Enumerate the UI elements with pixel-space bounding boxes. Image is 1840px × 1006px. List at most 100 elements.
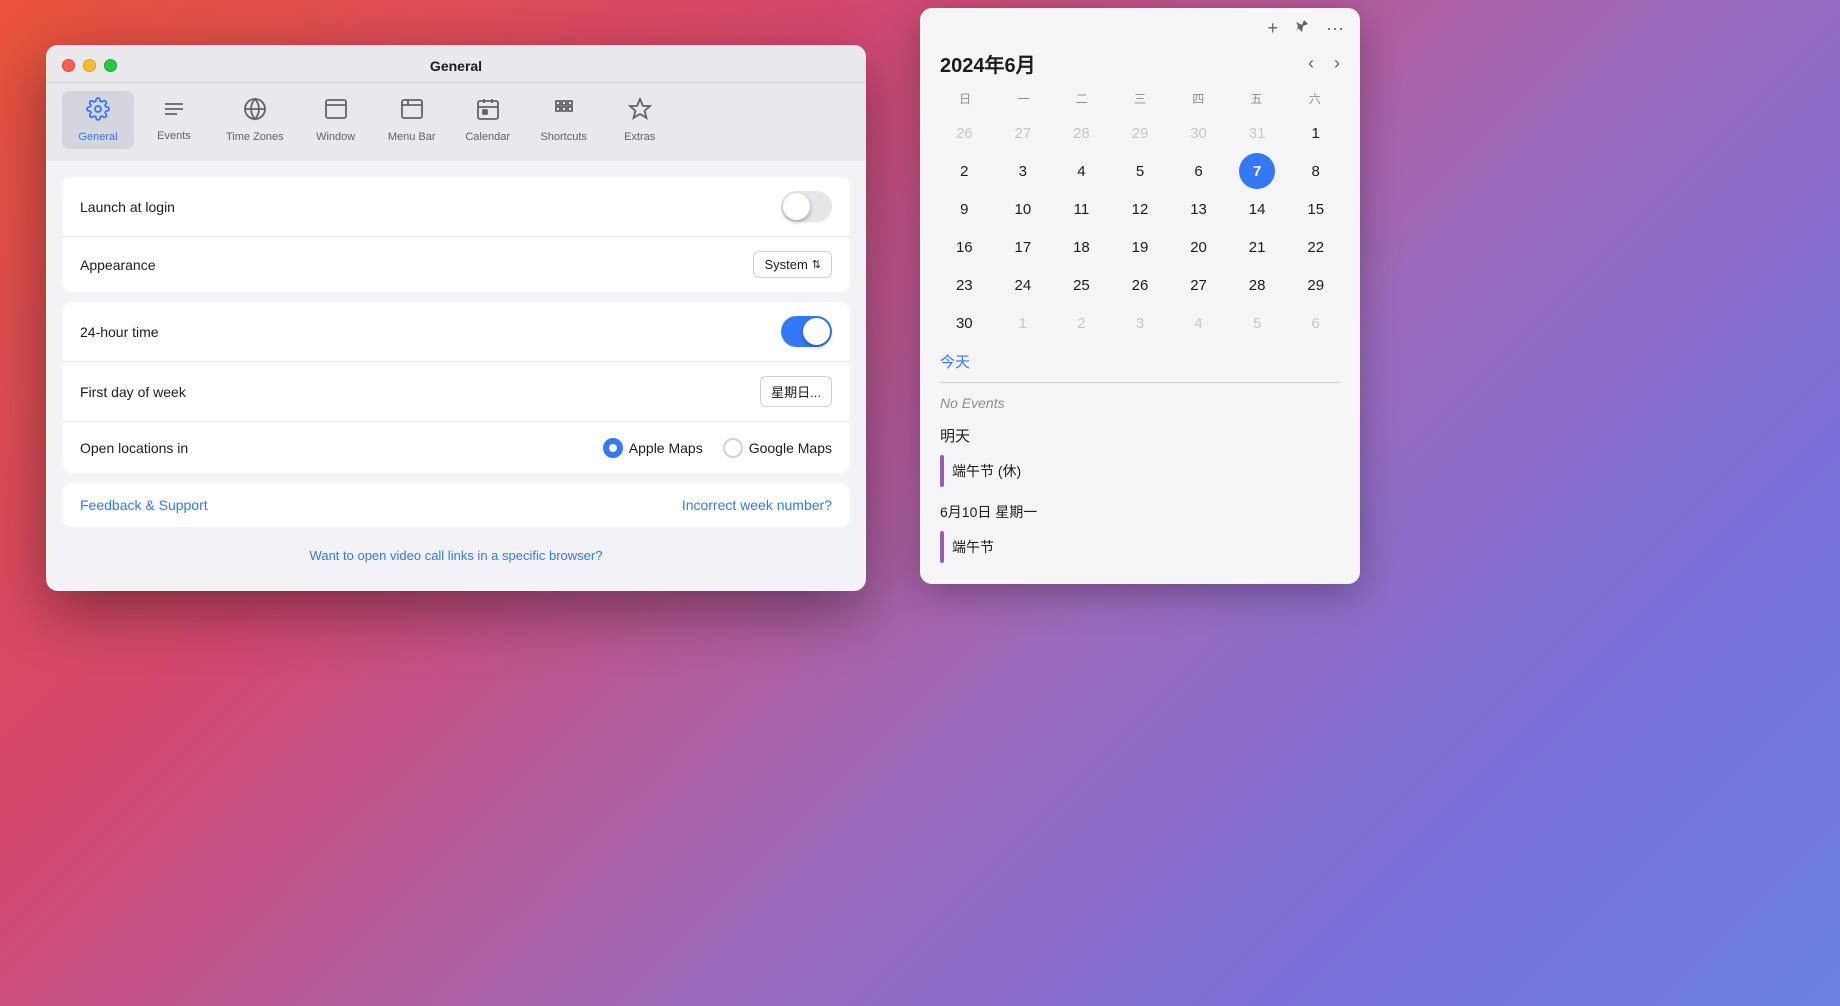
- cal-day-41[interactable]: 6: [1298, 305, 1334, 341]
- no-events-text: No Events: [920, 389, 1360, 417]
- cal-day-21[interactable]: 16: [946, 229, 982, 265]
- tab-extras-label: Extras: [624, 131, 655, 143]
- first-day-label: First day of week: [80, 384, 186, 400]
- apple-maps-radio[interactable]: [603, 438, 623, 458]
- appearance-arrow: ⇅: [812, 258, 821, 271]
- tab-timezones[interactable]: Time Zones: [214, 91, 296, 149]
- cal-day-36[interactable]: 1: [1005, 305, 1041, 341]
- cal-day-34[interactable]: 29: [1298, 267, 1334, 303]
- google-maps-radio[interactable]: [723, 438, 743, 458]
- tab-menubar-label: Menu Bar: [388, 131, 436, 143]
- weekdays-row: 日 一 二 三 四 五 六: [936, 86, 1344, 111]
- window-icon: [324, 97, 348, 127]
- tab-events[interactable]: Events: [138, 92, 210, 148]
- row-open-locations: Open locations in Apple Maps Google Maps: [62, 421, 850, 473]
- month-title: 2024年6月: [940, 49, 1036, 78]
- cal-day-0[interactable]: 26: [946, 115, 982, 151]
- cal-day-27[interactable]: 22: [1298, 229, 1334, 265]
- pin-icon[interactable]: [1294, 18, 1310, 39]
- settings-content: Launch at login Appearance System ⇅ 24-h…: [46, 161, 866, 591]
- tab-general[interactable]: General: [62, 91, 134, 149]
- weekday-sat: 六: [1286, 86, 1344, 111]
- feedback-link[interactable]: Feedback & Support: [80, 497, 208, 513]
- weekday-fri: 五: [1227, 86, 1285, 111]
- next-month-button[interactable]: ›: [1334, 53, 1340, 74]
- group-general: Launch at login Appearance System ⇅: [62, 177, 850, 292]
- cal-day-39[interactable]: 4: [1181, 305, 1217, 341]
- cal-day-15[interactable]: 10: [1005, 191, 1041, 227]
- cal-day-20[interactable]: 15: [1298, 191, 1334, 227]
- incorrect-week-link[interactable]: Incorrect week number?: [682, 497, 832, 513]
- tomorrow-label: 明天: [920, 417, 1360, 450]
- cal-day-37[interactable]: 2: [1063, 305, 1099, 341]
- cal-day-2[interactable]: 28: [1063, 115, 1099, 151]
- cal-day-38[interactable]: 3: [1122, 305, 1158, 341]
- cal-day-6[interactable]: 1: [1298, 115, 1334, 151]
- cal-day-29[interactable]: 24: [1005, 267, 1041, 303]
- cal-day-12[interactable]: 7: [1239, 153, 1275, 189]
- weekday-sun: 日: [936, 86, 994, 111]
- cal-day-16[interactable]: 11: [1063, 191, 1099, 227]
- cal-day-28[interactable]: 23: [946, 267, 982, 303]
- video-call-link[interactable]: Want to open video call links in a speci…: [310, 548, 603, 563]
- cal-day-11[interactable]: 6: [1181, 153, 1217, 189]
- tab-calendar-label: Calendar: [465, 131, 510, 143]
- cal-day-10[interactable]: 5: [1122, 153, 1158, 189]
- cal-day-30[interactable]: 25: [1063, 267, 1099, 303]
- cal-day-33[interactable]: 28: [1239, 267, 1275, 303]
- calendar-grid: 日 一 二 三 四 五 六 26272829303112345678910111…: [920, 86, 1360, 341]
- toolbar: General Events Time Zones: [46, 83, 866, 161]
- launch-at-login-label: Launch at login: [80, 199, 175, 215]
- general-icon: [86, 97, 110, 127]
- cal-day-25[interactable]: 20: [1181, 229, 1217, 265]
- 24hour-toggle[interactable]: [781, 316, 832, 347]
- tab-menubar[interactable]: Menu Bar: [376, 91, 448, 149]
- cal-day-24[interactable]: 19: [1122, 229, 1158, 265]
- add-event-icon[interactable]: +: [1268, 18, 1279, 39]
- cal-day-31[interactable]: 26: [1122, 267, 1158, 303]
- title-bar: General: [46, 45, 866, 83]
- cal-day-23[interactable]: 18: [1063, 229, 1099, 265]
- launch-at-login-toggle[interactable]: [781, 191, 832, 222]
- cal-day-5[interactable]: 31: [1239, 115, 1275, 151]
- google-maps-label: Google Maps: [749, 440, 832, 456]
- event-2-title: 端午节: [952, 537, 994, 557]
- tab-shortcuts[interactable]: Shortcuts: [528, 91, 600, 149]
- more-icon[interactable]: ···: [1326, 18, 1344, 39]
- cal-day-4[interactable]: 30: [1181, 115, 1217, 151]
- extras-icon: [628, 97, 652, 127]
- appearance-dropdown[interactable]: System ⇅: [753, 251, 832, 278]
- prev-month-button[interactable]: ‹: [1308, 53, 1314, 74]
- cal-day-7[interactable]: 2: [946, 153, 982, 189]
- cal-day-40[interactable]: 5: [1239, 305, 1275, 341]
- row-first-day: First day of week 星期日...: [62, 361, 850, 421]
- cal-day-3[interactable]: 29: [1122, 115, 1158, 151]
- google-maps-option[interactable]: Google Maps: [723, 438, 832, 458]
- cal-day-9[interactable]: 4: [1063, 153, 1099, 189]
- tab-window[interactable]: Window: [300, 91, 372, 149]
- divider-today: [940, 382, 1340, 383]
- cal-day-8[interactable]: 3: [1005, 153, 1041, 189]
- cal-day-17[interactable]: 12: [1122, 191, 1158, 227]
- calendar-header: 2024年6月 ‹ ›: [920, 45, 1360, 86]
- cal-day-18[interactable]: 13: [1181, 191, 1217, 227]
- maximize-button[interactable]: [104, 59, 117, 72]
- cal-day-35[interactable]: 30: [946, 305, 982, 341]
- toggle-knob: [783, 193, 810, 220]
- first-day-dropdown[interactable]: 星期日...: [760, 376, 832, 407]
- cal-day-26[interactable]: 21: [1239, 229, 1275, 265]
- cal-day-14[interactable]: 9: [946, 191, 982, 227]
- apple-maps-option[interactable]: Apple Maps: [603, 438, 703, 458]
- tab-calendar[interactable]: Calendar: [452, 91, 524, 149]
- today-label: 今天: [940, 354, 970, 371]
- tab-extras[interactable]: Extras: [604, 91, 676, 149]
- cal-day-19[interactable]: 14: [1239, 191, 1275, 227]
- close-button[interactable]: [62, 59, 75, 72]
- timezones-icon: [243, 97, 267, 127]
- event-1-dot: [940, 455, 944, 487]
- cal-day-32[interactable]: 27: [1181, 267, 1217, 303]
- minimize-button[interactable]: [83, 59, 96, 72]
- cal-day-22[interactable]: 17: [1005, 229, 1041, 265]
- cal-day-1[interactable]: 27: [1005, 115, 1041, 151]
- cal-day-13[interactable]: 8: [1298, 153, 1334, 189]
